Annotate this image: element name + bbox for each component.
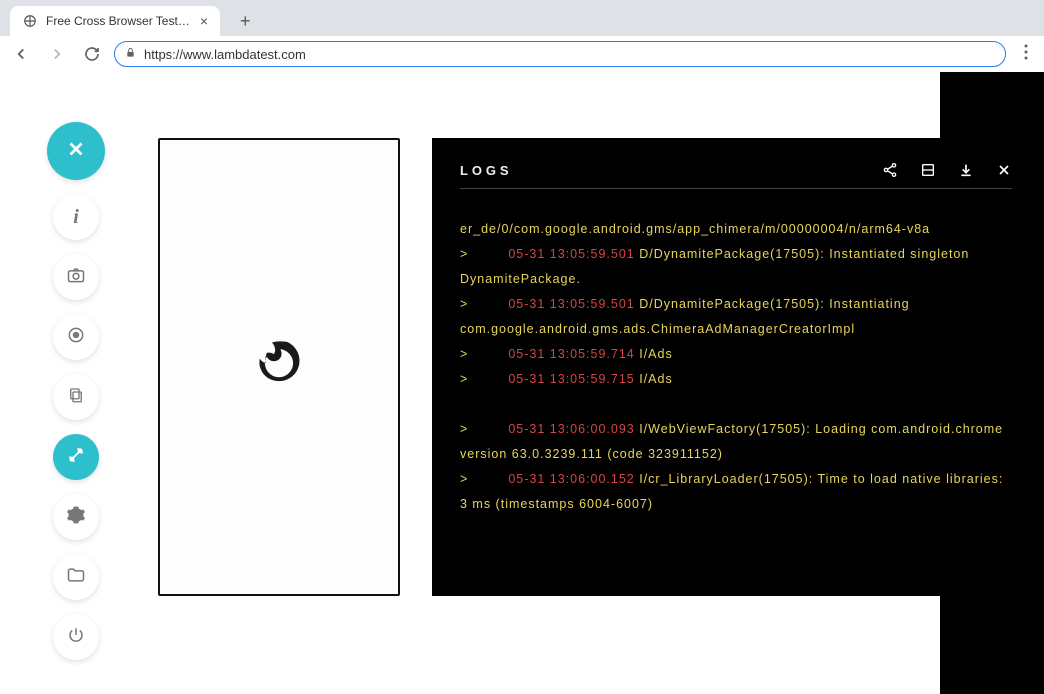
record-icon <box>66 325 86 350</box>
firefox-logo-icon <box>247 335 311 399</box>
browser-chrome: Free Cross Browser Testing Clou × + http… <box>0 0 1044 72</box>
logs-title: LOGS <box>460 163 512 178</box>
tools-icon <box>66 445 86 470</box>
log-line: >05-31 13:06:00.152 I/cr_LibraryLoader(1… <box>460 467 1012 517</box>
camera-icon <box>66 265 86 290</box>
screenshot-button[interactable] <box>53 254 99 300</box>
lock-icon <box>125 47 136 61</box>
info-icon: i <box>73 206 79 229</box>
record-button[interactable] <box>53 314 99 360</box>
log-line: >05-31 13:05:59.501 D/DynamitePackage(17… <box>460 292 1012 342</box>
forward-button[interactable] <box>44 41 70 67</box>
split-button[interactable] <box>920 162 936 178</box>
copy-button[interactable] <box>53 374 99 420</box>
info-button[interactable]: i <box>53 194 99 240</box>
browser-menu-button[interactable] <box>1016 40 1036 69</box>
logs-actions <box>882 162 1012 178</box>
tab-favicon-icon <box>22 13 38 29</box>
log-line: >05-31 13:05:59.714 I/Ads <box>460 342 1012 367</box>
copy-icon <box>67 386 85 409</box>
logs-header: LOGS <box>460 162 1012 189</box>
browser-tab[interactable]: Free Cross Browser Testing Clou × <box>10 6 220 36</box>
tab-close-icon[interactable]: × <box>200 13 208 29</box>
log-line: er_de/0/com.google.android.gms/app_chime… <box>460 217 1012 242</box>
log-line: >05-31 13:05:59.501 D/DynamitePackage(17… <box>460 242 1012 292</box>
folder-icon <box>66 565 86 590</box>
download-button[interactable] <box>958 162 974 178</box>
close-icon <box>65 138 87 165</box>
log-line: >05-31 13:06:00.093 I/WebViewFactory(175… <box>460 417 1012 467</box>
address-bar: https://www.lambdatest.com <box>0 36 1044 72</box>
close-button[interactable] <box>47 122 105 180</box>
page-content: i <box>0 72 1044 694</box>
log-line: >05-31 13:05:59.715 I/Ads <box>460 367 1012 392</box>
files-button[interactable] <box>53 554 99 600</box>
settings-button[interactable] <box>53 494 99 540</box>
url-text: https://www.lambdatest.com <box>144 47 995 62</box>
device-frame <box>158 138 400 596</box>
power-button[interactable] <box>53 614 99 660</box>
log-line <box>460 392 1012 417</box>
power-icon <box>67 626 85 649</box>
tab-bar: Free Cross Browser Testing Clou × + <box>0 0 1044 36</box>
new-tab-button[interactable]: + <box>232 7 259 36</box>
close-logs-button[interactable] <box>996 162 1012 178</box>
url-bar[interactable]: https://www.lambdatest.com <box>114 41 1006 67</box>
tab-title: Free Cross Browser Testing Clou <box>46 14 192 28</box>
sidebar: i <box>48 122 104 660</box>
logs-panel: LOGS er_de/0/com.google.android.gms/app_… <box>432 138 1040 596</box>
log-body: er_de/0/com.google.android.gms/app_chime… <box>460 217 1012 517</box>
share-button[interactable] <box>882 162 898 178</box>
devtools-button[interactable] <box>53 434 99 480</box>
gear-icon <box>66 505 86 530</box>
back-button[interactable] <box>8 41 34 67</box>
reload-button[interactable] <box>80 42 104 66</box>
